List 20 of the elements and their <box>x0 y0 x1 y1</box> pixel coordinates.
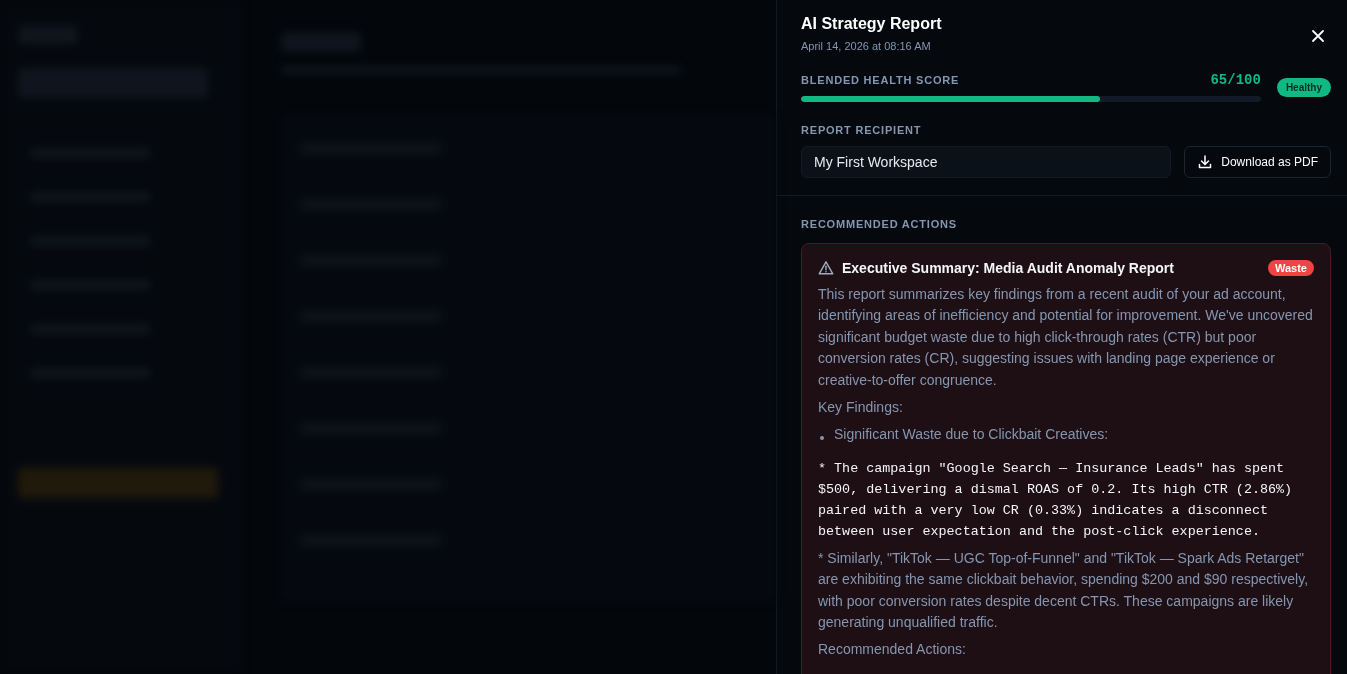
list-item: Significant Waste due to Clickbait Creatives: <box>834 425 1109 445</box>
body-text: * Similarly, "TikTok — UGC Top-of-Funnel" and "TikTok — Spark Ads Retarget" are exhibiting the same clickbait behavior, spending $200 and $90 respectively, with poor conversion rates despite decent CTRs. These campaigns are likely generating unqualified traffic. <box>818 548 1310 633</box>
body-text: Recommended Actions: <box>818 640 967 660</box>
tag-badge: Waste <box>1268 260 1314 276</box>
card-title: Executive Summary: Media Audit Anomaly Report <box>842 260 1175 276</box>
section-heading: RECOMMENDED ACTIONS <box>801 218 958 230</box>
recipient-field[interactable]: My First Workspace <box>801 146 1172 178</box>
code-text: * The campaign "Google Search — Insurance Leads" has spent $500, delivering a dismal ROAS of 0.2. Its high CTR (2.86%) paired with a very low CR (0.33%) indicates a disconnect between user expectation and the post-click experience. <box>818 459 1294 541</box>
recipient-label: REPORT RECIPIENT <box>801 124 923 136</box>
report-title: AI Strategy Report <box>801 14 942 34</box>
bullet-icon <box>820 436 824 441</box>
status-badge: Healthy <box>1276 77 1331 97</box>
download-icon <box>1197 154 1214 170</box>
health-score-label: BLENDED HEALTH SCORE <box>801 74 960 86</box>
health-score-value: 65/100 <box>1210 72 1261 88</box>
download-pdf-button[interactable]: Download as PDF <box>1184 146 1331 178</box>
warning-icon <box>818 260 834 276</box>
body-text: Key Findings: <box>818 398 904 418</box>
report-date: April 14, 2026 at 08:16 AM <box>801 40 932 52</box>
body-text: This report summarizes key findings from a recent audit of your ad account, identifying areas of inefficiency and potential for improvement. We've uncovered significant budget waste due to high click-through rates (CTR) but poor conversion rates (CR), suggesting issues with landing page experience or creative-to-offer congruence. <box>818 285 1314 390</box>
